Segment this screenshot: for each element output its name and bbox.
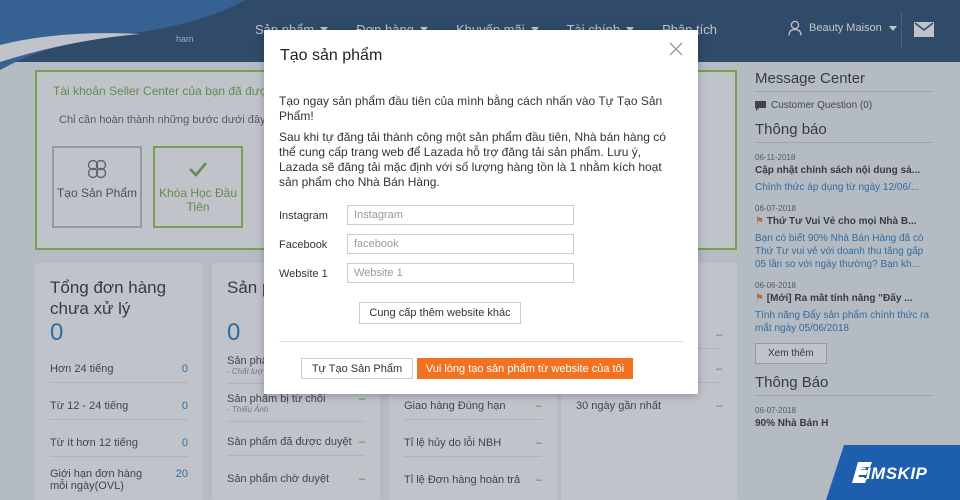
- dialog-title: Tạo sản phẩm: [280, 47, 383, 64]
- dialog-intro-text: Tạo ngay sản phẩm đầu tiên của mình bằng…: [279, 94, 663, 123]
- add-website-button[interactable]: Cung cấp thêm website khác: [359, 302, 521, 324]
- dialog-info-text: Sau khi tự đăng tải thành công một sản p…: [279, 130, 666, 189]
- dialog-divider: [279, 341, 683, 342]
- instagram-label: Instagram: [279, 210, 328, 222]
- website-input[interactable]: [347, 263, 574, 283]
- facebook-input[interactable]: [347, 234, 574, 254]
- create-product-dialog: Tạo sản phẩm Tạo ngay sản phẩm đầu tiên …: [264, 30, 698, 394]
- create-from-website-button[interactable]: Vui lòng tạo sản phẩm từ website của tôi: [417, 358, 633, 379]
- facebook-label: Facebook: [279, 239, 328, 251]
- instagram-input[interactable]: [347, 205, 574, 225]
- watermark-text: EIMSKIP: [854, 464, 928, 483]
- website-label: Website 1: [279, 268, 328, 280]
- self-create-product-button[interactable]: Tự Tạo Sản Phẩm: [301, 358, 413, 379]
- close-icon[interactable]: [668, 41, 684, 57]
